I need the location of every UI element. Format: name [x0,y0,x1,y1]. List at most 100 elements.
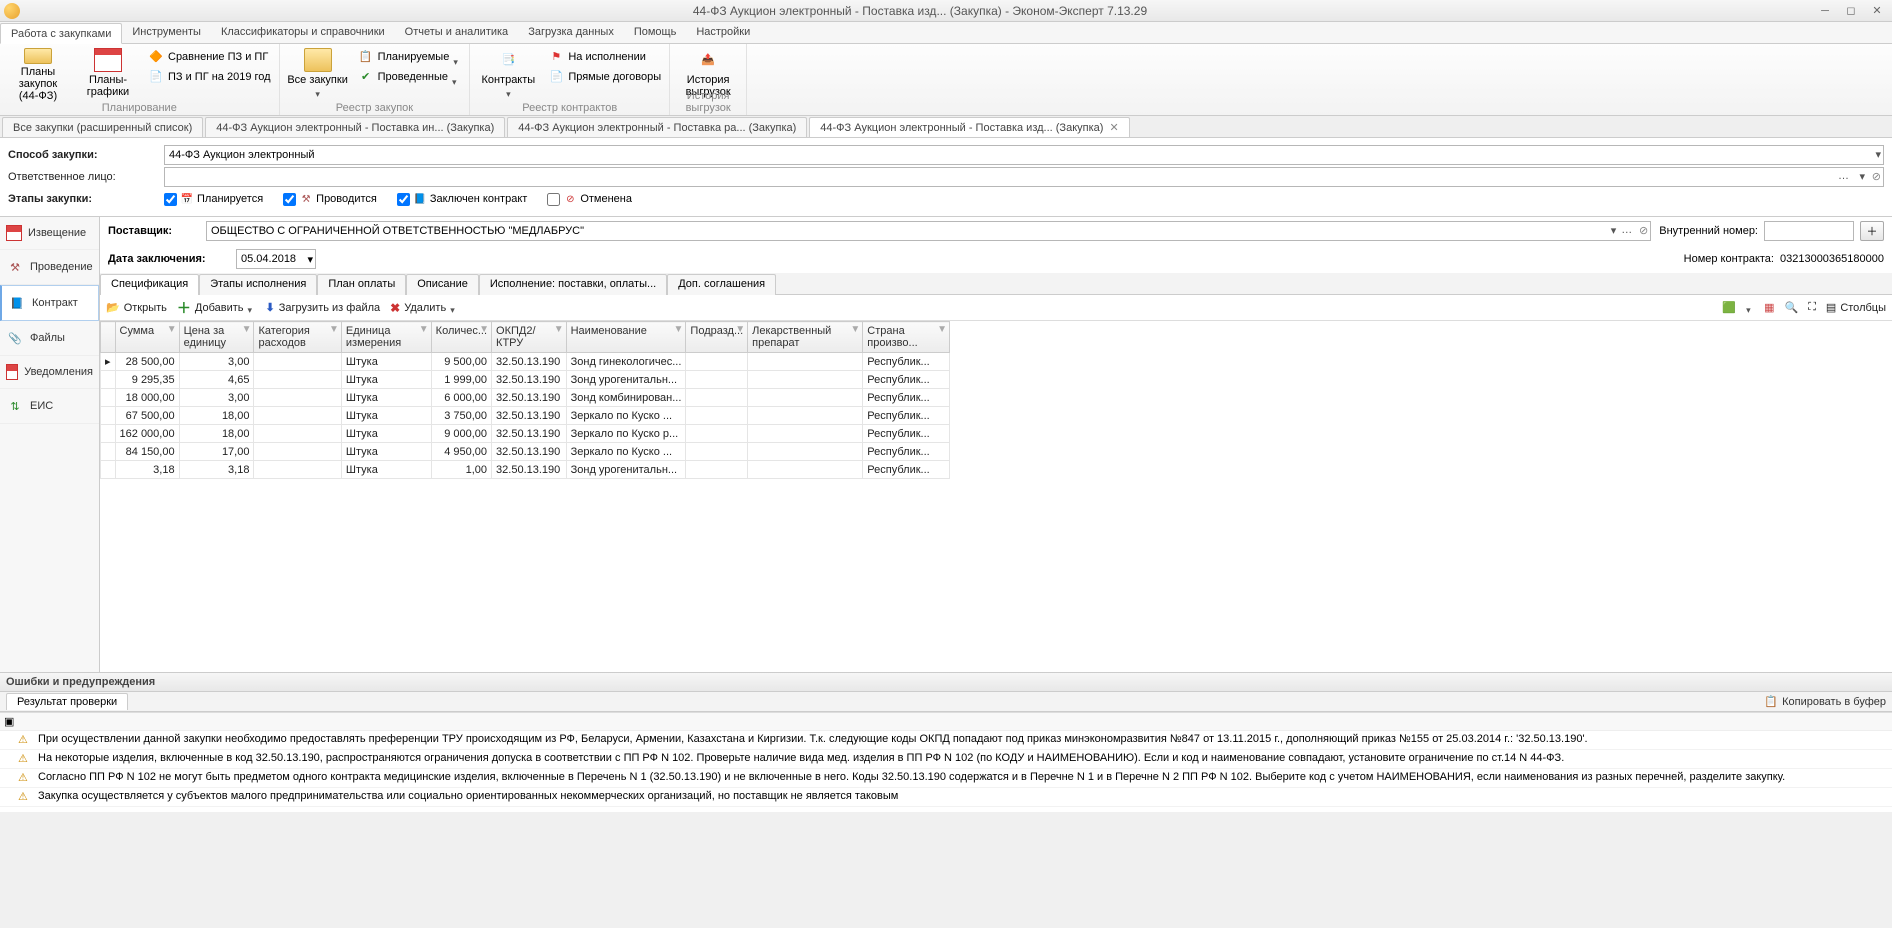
filter-icon[interactable]: ▼ [850,324,860,335]
filter-icon[interactable]: ▼ [674,324,684,335]
data-grid[interactable]: Сумма▼Цена за единицу▼Категория расходов… [100,321,1892,672]
ribbon-tab-help[interactable]: Помощь [624,22,687,43]
tab-exec[interactable]: Исполнение: поставки, оплаты... [479,274,667,295]
document-tab[interactable]: 44-ФЗ Аукцион электронный - Поставка ин.… [205,117,505,137]
message-row[interactable]: ⚠Согласно ПП РФ N 102 не могут быть пред… [0,769,1892,788]
stage-run-check[interactable]: ⚒Проводится [283,192,377,206]
minimize-button[interactable]: ─ [1814,3,1836,19]
date-input[interactable]: 05.04.2018▾ [236,249,316,269]
column-header[interactable]: Единица измерения▼ [341,322,431,353]
filter-icon[interactable]: ▼ [554,324,564,335]
copy-button[interactable]: 📋Копировать в буфер [1764,695,1886,708]
ellipsis-icon[interactable]: … [1621,224,1632,236]
column-header[interactable]: Страна произво...▼ [863,322,950,353]
sidebar-item-files[interactable]: 📎Файлы [0,321,99,356]
table-row[interactable]: 3,183,18Штука 1,0032.50.13.190Зонд уроге… [101,461,950,479]
excel-icon[interactable]: 🟩 [1722,301,1736,314]
chevron-down-icon: ▾ [1875,148,1881,161]
tab-stages[interactable]: Этапы исполнения [199,274,317,295]
tab-payplan[interactable]: План оплаты [317,274,406,295]
results-tab[interactable]: Результат проверки [6,693,128,710]
sidebar-item-notifications[interactable]: Уведомления [0,356,99,389]
maximize-button[interactable]: ◻ [1840,3,1862,19]
sidebar-item-eis[interactable]: ⇅ЕИС [0,389,99,424]
messages-list[interactable]: ▣ ⚠При осуществлении данной закупки необ… [0,712,1892,812]
calendar-icon [6,225,22,241]
tab-spec[interactable]: Спецификация [100,274,199,295]
table-row[interactable]: 9 295,354,65Штука 1 999,0032.50.13.190Зо… [101,371,950,389]
columns-button[interactable]: ▤Столбцы [1826,301,1886,314]
stage-plan-check[interactable]: 📅Планируется [164,192,263,206]
ribbon-tab-tools[interactable]: Инструменты [122,22,211,43]
supplier-select[interactable]: ОБЩЕСТВО С ОГРАНИЧЕННОЙ ОТВЕТСТВЕННОСТЬЮ… [206,221,1651,241]
expand-icon[interactable]: ⛶ [1808,301,1816,314]
ribbon-tab-purchases[interactable]: Работа с закупками [0,23,122,44]
message-row[interactable]: ⚠При осуществлении данной закупки необхо… [0,731,1892,750]
exec-button[interactable]: ⚑На исполнении [546,48,663,66]
table-row[interactable]: 162 000,0018,00Штука 9 000,0032.50.13.19… [101,425,950,443]
clear-icon[interactable]: ⊘ [1872,170,1881,183]
plan-graphs-button[interactable]: Планы-графики [76,46,140,102]
cancel-icon: ⊘ [563,192,577,206]
column-header[interactable]: Категория расходов▼ [254,322,341,353]
sidebar-item-conduct[interactable]: ⚒Проведение [0,250,99,285]
filter-icon[interactable]: ▼ [479,324,489,335]
filter-icon[interactable]: ▼ [167,324,177,335]
column-header[interactable]: Количес...▼ [431,322,491,353]
planned-button[interactable]: 📋Планируемые [356,48,464,66]
sidebar-item-notice[interactable]: Извещение [0,217,99,250]
ribbon-tab-load[interactable]: Загрузка данных [518,22,624,43]
column-header[interactable]: Цена за единицу▼ [179,322,254,353]
close-button[interactable]: ✕ [1866,3,1888,19]
filter-icon[interactable]: ▼ [329,324,339,335]
delete-button[interactable]: ✖Удалить [390,301,458,315]
add-button[interactable]: ＋ [1860,221,1884,241]
grid-icon[interactable]: ▦ [1764,301,1774,314]
stage-contract-check[interactable]: 📘Заключен контракт [397,192,527,206]
open-button[interactable]: 📂Открыть [106,301,167,314]
table-row[interactable]: 84 150,0017,00Штука 4 950,0032.50.13.190… [101,443,950,461]
tab-desc[interactable]: Описание [406,274,479,295]
pzpg-button[interactable]: 📄ПЗ и ПГ на 2019 год [146,68,273,86]
close-icon[interactable]: ✕ [1109,121,1118,134]
ribbon-tab-classifiers[interactable]: Классификаторы и справочники [211,22,395,43]
clear-icon[interactable]: ⊘ [1639,224,1648,237]
document-tab[interactable]: Все закупки (расширенный список) [2,117,203,137]
message-group-toggle[interactable]: ▣ [0,713,1892,731]
compare-button[interactable]: 🔶Сравнение ПЗ и ПГ [146,48,273,66]
plans-button[interactable]: Планы закупок (44-ФЗ) [6,46,70,102]
tab-addagr[interactable]: Доп. соглашения [667,274,776,295]
filter-icon[interactable]: ▼ [735,324,745,335]
stages-label: Этапы закупки: [8,193,158,205]
done-button[interactable]: ✔Проведенные [356,68,464,86]
column-header[interactable]: Лекарственный препарат▼ [748,322,863,353]
document-tab[interactable]: 44-ФЗ Аукцион электронный - Поставка ра.… [507,117,807,137]
table-row[interactable]: 67 500,0018,00Штука 3 750,0032.50.13.190… [101,407,950,425]
method-select[interactable]: 44-ФЗ Аукцион электронный▾ [164,145,1884,165]
table-row[interactable]: 18 000,003,00Штука 6 000,0032.50.13.190З… [101,389,950,407]
ribbon-tab-settings[interactable]: Настройки [686,22,760,43]
load-file-button[interactable]: ⬇Загрузить из файла [266,301,381,314]
stage-cancel-check[interactable]: ⊘Отменена [547,192,632,206]
filter-icon[interactable]: ▼ [419,324,429,335]
column-header[interactable]: Наименование▼ [566,322,686,353]
filter-icon[interactable]: ▼ [242,324,252,335]
ellipsis-icon[interactable]: … [1838,170,1849,182]
intnum-input[interactable] [1764,221,1854,241]
column-header[interactable]: Сумма▼ [115,322,179,353]
contracts-button[interactable]: 📑 Контракты [476,46,540,102]
direct-button[interactable]: 📄Прямые договоры [546,68,663,86]
all-purchases-button[interactable]: Все закупки [286,46,350,102]
table-row[interactable]: ▸ 28 500,003,00Штука 9 500,0032.50.13.19… [101,353,950,371]
add-row-button[interactable]: ＋Добавить [177,298,256,318]
column-header[interactable]: ОКПД2/КТРУ▼ [492,322,567,353]
message-row[interactable]: ⚠На некоторые изделия, включенные в код … [0,750,1892,769]
filter-icon[interactable]: ▼ [937,324,947,335]
ribbon-tab-reports[interactable]: Отчеты и аналитика [395,22,519,43]
message-row[interactable]: ⚠Закупка осуществляется у субъектов мало… [0,788,1892,807]
column-header[interactable]: Подразд...▼ [686,322,748,353]
sidebar-item-contract[interactable]: 📘Контракт [0,285,99,321]
document-tab[interactable]: 44-ФЗ Аукцион электронный - Поставка изд… [809,117,1129,137]
search-icon[interactable]: 🔍 [1785,301,1799,314]
resp-select[interactable]: …▾⊘ [164,167,1884,187]
